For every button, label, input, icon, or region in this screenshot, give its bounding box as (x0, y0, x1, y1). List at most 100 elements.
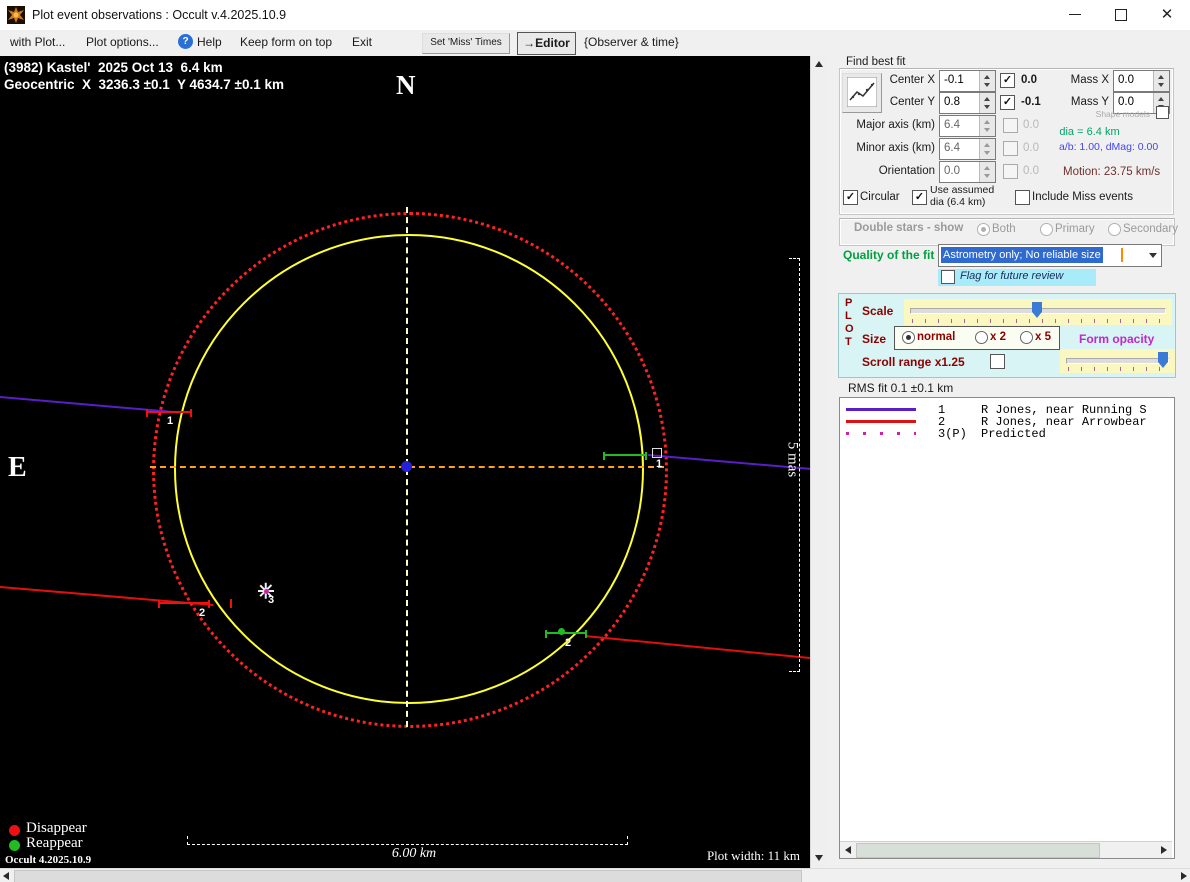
scale-slider[interactable] (904, 299, 1172, 325)
center-point (401, 461, 412, 472)
center-x-checkbox[interactable]: ✓ (1000, 73, 1015, 88)
close-icon: ✕ (1160, 6, 1174, 23)
window-scroll-left-icon[interactable] (3, 872, 9, 880)
menu-help[interactable]: Help (197, 35, 222, 49)
flag-review-checkbox[interactable] (941, 270, 955, 284)
window-title: Plot event observations : Occult v.4.202… (32, 8, 287, 22)
shape-models-checkbox[interactable] (1156, 106, 1169, 119)
window-scroll-right-icon[interactable] (1181, 872, 1187, 880)
list-item[interactable]: 2R Jones, near Arrowbear (840, 415, 1174, 429)
orientation-spinner[interactable]: 0.0 (939, 161, 996, 183)
scroll-range-label: Scroll range x1.25 (862, 355, 965, 369)
window-scrollbar-thumb[interactable] (14, 870, 802, 882)
motion-value: Motion: 23.75 km/s (1063, 166, 1161, 178)
size-x5-radio[interactable] (1020, 331, 1033, 344)
set-miss-times-button[interactable]: Set 'Miss' Times (422, 33, 510, 54)
disappear-tick-2 (230, 599, 232, 608)
form-opacity-slider[interactable] (1060, 349, 1175, 373)
ab-dmag-value: a/b: 1.00, dMag: 0.00 (1059, 141, 1159, 153)
center-x-spinner[interactable]: -0.1 (939, 70, 996, 92)
editor-button[interactable]: →Editor (517, 32, 576, 55)
plot-settings-panel: P L O T Scale Size normal x 2 x 5 Form o… (838, 293, 1176, 378)
opacity-slider-thumb[interactable] (1158, 352, 1168, 368)
plot-title-line2: Geocentric X 3236.3 ±0.1 Y 4634.7 ±0.1 k… (4, 77, 284, 92)
observations-list[interactable]: 1R Jones, near Running S 2R Jones, near … (839, 397, 1175, 859)
mass-x-spinner[interactable]: 0.0 (1113, 70, 1170, 92)
editor-label: →Editor (523, 36, 570, 50)
plot-vertical-t: T (845, 336, 852, 348)
include-miss-checkbox[interactable] (1015, 190, 1030, 205)
reappear-marker-2[interactable] (545, 630, 587, 638)
orientation-checkbox[interactable] (1003, 164, 1018, 179)
scale-bar-label: 6.00 km (391, 846, 437, 861)
maximize-button[interactable] (1098, 0, 1144, 30)
menu-keep-form-on-top[interactable]: Keep form on top (240, 35, 332, 49)
opacity-slider-ticks (1068, 367, 1167, 371)
disappear-marker-1[interactable] (146, 409, 192, 417)
list-horizontal-scrollbar[interactable] (840, 841, 1172, 858)
east-label: E (8, 452, 27, 483)
list-item[interactable]: 3(P) Predicted (840, 427, 1174, 441)
mass-x-label: Mass X (1070, 74, 1109, 86)
predicted-marker-label: 3 (268, 594, 275, 606)
scroll-down-icon[interactable] (815, 855, 823, 861)
size-x2-radio[interactable] (975, 331, 988, 344)
reappear-legend-label: Reappear (26, 835, 83, 851)
plot-canvas[interactable]: (3982) Kastel' 2025 Oct 13 6.4 km Geocen… (0, 56, 810, 868)
minor-axis-spinner[interactable]: 6.4 (939, 138, 996, 160)
minimize-button[interactable] (1052, 0, 1098, 30)
app-window: Plot event observations : Occult v.4.202… (0, 0, 1190, 882)
double-primary-radio[interactable] (1040, 223, 1053, 236)
circular-label: Circular (860, 191, 900, 203)
size-normal-radio[interactable] (902, 331, 915, 344)
scale-slider-thumb[interactable] (1032, 302, 1042, 318)
quality-label: Quality of the fit (843, 248, 935, 262)
window-horizontal-scrollbar[interactable] (0, 868, 1190, 882)
use-assumed-label-1: Use assumed (930, 184, 995, 196)
chord1-line-sample (846, 408, 916, 411)
menu-with-plot[interactable]: with Plot... (10, 35, 65, 49)
major-axis-checkbox[interactable] (1003, 118, 1018, 133)
predicted-line-sample (846, 432, 916, 435)
menu-plot-options[interactable]: Plot options... (86, 35, 159, 49)
maximize-icon (1115, 9, 1127, 21)
shape-models-label: Shape models (1095, 109, 1150, 119)
plot-width-label: Plot width: 11 km (706, 848, 800, 863)
list-item[interactable]: 1R Jones, near Running S (840, 403, 1174, 417)
minor-axis-label: Minor axis (km) (856, 142, 935, 154)
chord2-line-sample (846, 420, 916, 423)
double-both-label: Both (992, 223, 1016, 235)
center-y-spinner[interactable]: 0.8 (939, 92, 996, 114)
text-caret (1121, 248, 1123, 262)
list-scroll-left-icon[interactable] (845, 846, 851, 854)
use-assumed-checkbox[interactable]: ✓ (912, 190, 927, 205)
circular-checkbox[interactable]: ✓ (843, 190, 858, 205)
double-secondary-label: Secondary (1123, 223, 1178, 235)
scroll-range-checkbox[interactable] (990, 354, 1005, 369)
major-axis-spinner[interactable]: 6.4 (939, 115, 996, 137)
chord2-reappear-label: 2 (565, 637, 572, 649)
menu-exit[interactable]: Exit (352, 35, 372, 49)
double-both-radio[interactable] (977, 223, 990, 236)
minor-axis-checkbox[interactable] (1003, 141, 1018, 156)
center-x-label: Center X (889, 74, 935, 86)
list-scroll-right-icon[interactable] (1161, 846, 1167, 854)
plot-title-line1: (3982) Kastel' 2025 Oct 13 6.4 km (4, 60, 223, 75)
disappear-marker-2[interactable] (158, 600, 210, 608)
set-miss-times-label: Set 'Miss' Times (430, 37, 502, 48)
obs-name: Predicted (981, 427, 1046, 441)
center-y-checkbox[interactable]: ✓ (1000, 95, 1015, 110)
app-icon (7, 6, 25, 24)
scale-label: Scale (862, 304, 894, 318)
obs-index: 3(P) (938, 427, 967, 441)
control-panel: Find best fit Center X -0.1 ✓ 0.0 Mass X… (827, 56, 1190, 868)
scroll-up-icon[interactable] (815, 61, 823, 67)
north-label: N (396, 70, 416, 100)
reappear-marker-1[interactable] (603, 452, 647, 460)
double-secondary-radio[interactable] (1108, 223, 1121, 236)
dia-value: dia = 6.4 km (1059, 126, 1120, 138)
center-y-label: Center Y (889, 96, 935, 108)
close-button[interactable]: ✕ (1144, 0, 1190, 30)
quality-dropdown[interactable]: Astrometry only; No reliable size (938, 244, 1162, 267)
list-scrollbar-thumb[interactable] (856, 843, 1100, 858)
